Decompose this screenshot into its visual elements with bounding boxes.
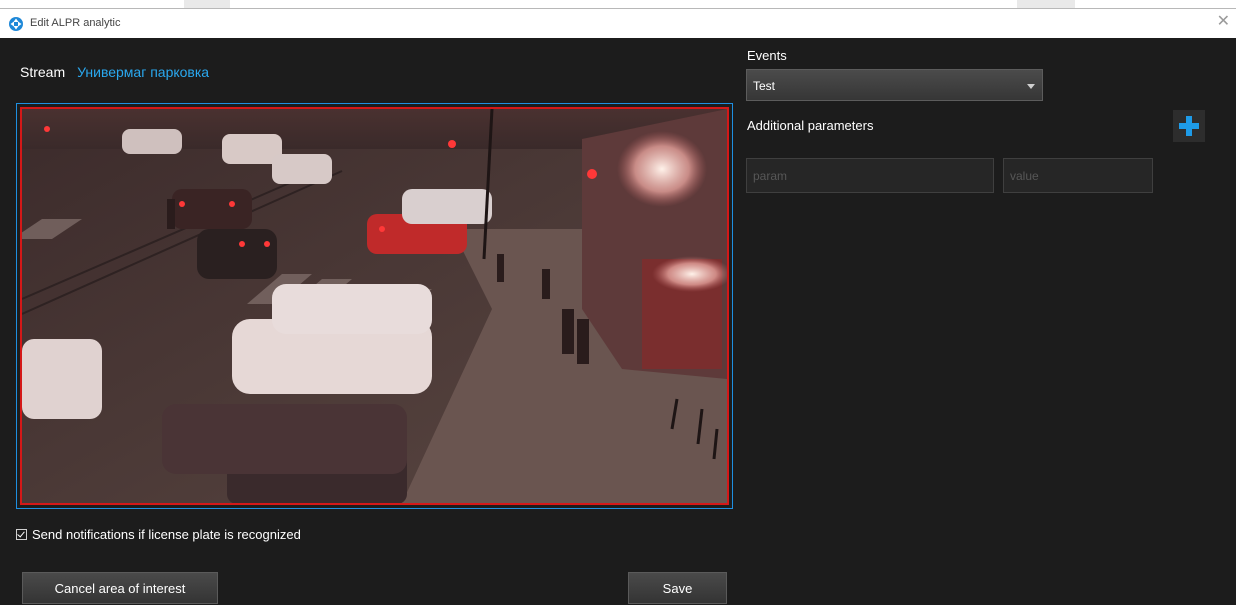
area-of-interest-region[interactable] [20,107,729,505]
stream-label: Stream [20,64,66,80]
events-dropdown[interactable]: Test [746,69,1043,101]
add-parameter-button[interactable] [1173,110,1205,142]
notify-checkbox[interactable] [16,529,27,540]
background-document-strip [0,0,1236,8]
events-label: Events [747,48,787,63]
value-input[interactable] [1003,158,1153,193]
notify-checkbox-row[interactable]: Send notifications if license plate is r… [16,527,301,542]
chevron-down-icon [1027,84,1035,89]
stream-name-link[interactable]: Универмаг парковка [77,64,209,80]
title-bar: Edit ALPR analytic ✕ [0,8,1236,38]
alpr-app-icon [8,16,24,32]
cancel-area-button[interactable]: Cancel area of interest [22,572,218,604]
param-input[interactable] [746,158,994,193]
edit-alpr-dialog: Stream Универмаг парковка Send notificat… [0,38,1236,605]
events-selected-value: Test [753,79,776,93]
close-icon[interactable]: ✕ [1217,13,1230,31]
save-button[interactable]: Save [628,572,727,604]
additional-parameters-label: Additional parameters [747,118,874,133]
camera-frame-image [22,109,727,503]
plus-icon [1179,116,1199,136]
notify-label: Send notifications if license plate is r… [32,527,301,542]
window-title: Edit ALPR analytic [30,17,121,29]
camera-preview[interactable] [16,103,733,509]
stream-row: Stream Универмаг парковка [20,64,209,80]
